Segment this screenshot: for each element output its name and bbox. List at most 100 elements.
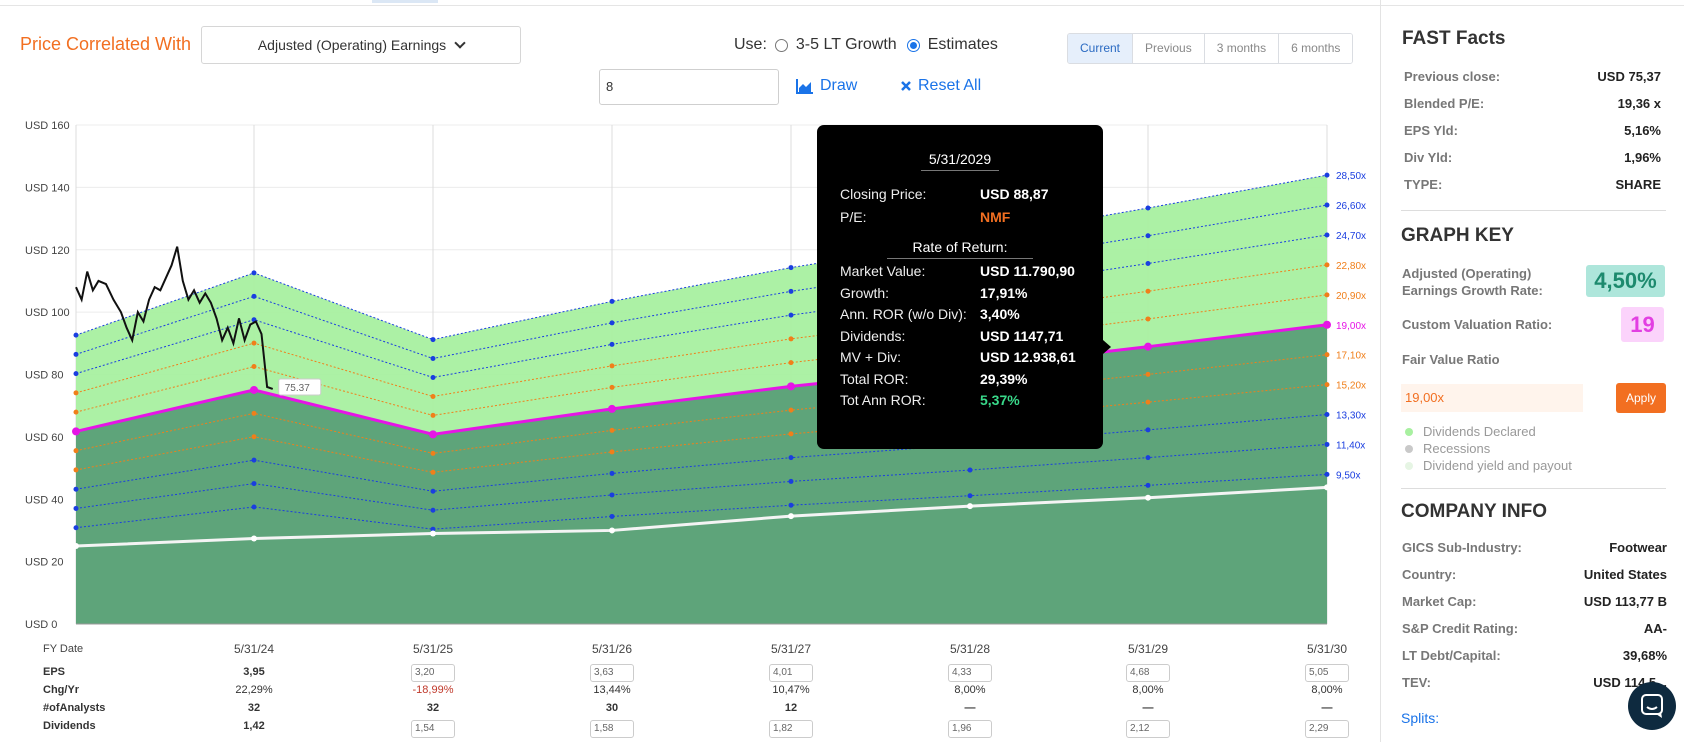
sidebar: FAST Facts Previous close: USD 75,37 Blend… [1380, 0, 1684, 742]
y-tick-label: USD 20 [25, 557, 64, 569]
pe-point [1323, 320, 1331, 329]
tooltip-row-value: 29,39% [980, 370, 1028, 387]
period-3-months-button[interactable]: 3 months [1203, 34, 1279, 63]
fast-facts-title: FAST Facts [1402, 28, 1506, 49]
pe-point [73, 467, 79, 473]
tooltip-row-value: 17,91% [980, 284, 1028, 301]
radio-estimates[interactable] [906, 38, 920, 52]
table-row-label: EPS [43, 666, 66, 678]
growth-rate-badge: 4,50% [1586, 265, 1665, 297]
divider [1401, 488, 1666, 489]
pe-point [609, 384, 615, 390]
tooltip-row-label: Growth: [840, 284, 890, 301]
x-tick-label: 5/31/25 [412, 642, 454, 656]
eps-input[interactable]: 4,33 [948, 664, 992, 682]
gray-dot-icon [1405, 444, 1413, 453]
fact-label: Previous close: [1404, 69, 1501, 84]
chat-button[interactable] [1628, 682, 1676, 730]
x-tick-label: 5/31/29 [1127, 642, 1169, 656]
chevron-down-icon [454, 37, 466, 49]
chg-yr-cell: 8,00% [954, 684, 986, 696]
legend-dividends[interactable]: Dividends Declared [1405, 424, 1536, 439]
dividend-input[interactable]: 1,96 [948, 720, 992, 738]
draw-button[interactable]: Draw [796, 77, 857, 95]
value-input[interactable]: 8 [599, 69, 779, 105]
reset-all-label: Reset All [918, 77, 982, 94]
period-previous-button[interactable]: Previous [1132, 34, 1204, 63]
x-tick-label: 5/31/27 [770, 642, 812, 656]
company-label: S&P Credit Rating: [1402, 621, 1519, 636]
pe-multiple-label: 9,50x [1336, 470, 1360, 481]
y-tick-label: USD 140 [25, 182, 70, 194]
fair-value-chart[interactable]: 28,50x 26,60x 24,70x 22,80x 20,90x 19,00x 17,1… [0, 110, 1380, 640]
fact-label: Blended P/E: [1404, 96, 1485, 111]
eps-input[interactable]: 4,01 [769, 664, 813, 682]
dividend-input[interactable]: 2,29 [1305, 720, 1349, 738]
tooltip-closing-value: USD 88,87 [980, 186, 1049, 202]
tooltip-row-label: Tot Ann ROR: [840, 392, 926, 408]
eps-input[interactable]: 5,05 [1305, 664, 1349, 682]
radio-lt-growth[interactable] [774, 38, 788, 52]
chg-yr-cell: 13,44% [593, 684, 631, 696]
light-green-dot-icon [1405, 461, 1413, 470]
legend-dividend-yield[interactable]: Dividend yield and payout [1405, 458, 1572, 473]
company-value: AA- [1643, 621, 1667, 636]
fast-fact-row: Div Yld: 1,96% [1404, 150, 1661, 165]
pe-point [1324, 292, 1330, 298]
chart-tooltip: 5/31/2029 Closing Price: USD 88,87 P/E: … [817, 125, 1111, 449]
pe-point [1145, 316, 1151, 322]
eps-input[interactable]: 3,20 [411, 664, 455, 682]
pe-multiple-label: 28,50x [1336, 171, 1366, 182]
pe-point [609, 320, 615, 326]
fy-date-label: FY Date [43, 643, 84, 655]
splits-link[interactable]: Splits: [1401, 710, 1439, 726]
chg-yr-cell: 8,00% [1132, 684, 1164, 696]
period-6-months-button[interactable]: 6 months [1278, 34, 1353, 63]
company-info-row: GICS Sub-Industry: Footwear [1402, 540, 1667, 555]
pe-point [72, 427, 80, 436]
pe-point [788, 288, 794, 294]
pe-point [1324, 471, 1330, 477]
tooltip-row-label: MV + Div: [840, 349, 902, 365]
earnings-dropdown[interactable]: Adjusted (Operating) Earnings [201, 26, 521, 64]
chg-yr-cell: 10,47% [772, 684, 810, 696]
pe-point [788, 455, 794, 461]
company-label: Country: [1402, 567, 1457, 582]
pe-point [609, 470, 615, 476]
legend-recessions[interactable]: Recessions [1405, 441, 1490, 456]
eps-input[interactable]: 4,68 [1126, 664, 1170, 682]
pe-point [1145, 399, 1151, 405]
pe-point [609, 363, 615, 369]
dividend-cell: 1,42 [243, 720, 265, 732]
normal-pe-point [1324, 484, 1330, 491]
green-dot-icon [1405, 427, 1413, 436]
x-tick-label: 5/31/28 [949, 642, 991, 656]
tooltip-pe-value: NMF [980, 209, 1011, 225]
close-icon [901, 81, 911, 91]
pe-point [1145, 260, 1151, 266]
pe-point [1145, 288, 1151, 294]
fact-label: Div Yld: [1404, 150, 1453, 165]
pe-multiple-label: 15,20x [1336, 381, 1366, 392]
dividend-input[interactable]: 1,58 [590, 720, 634, 738]
custom-ratio-label: Custom Valuation Ratio: [1402, 317, 1553, 332]
pe-point [609, 513, 615, 519]
reset-all-button[interactable]: Reset All [900, 77, 981, 95]
company-info-row: Market Cap: USD 113,77 B [1402, 594, 1667, 609]
dividend-input[interactable]: 1,54 [411, 720, 455, 738]
fact-value: 5,16% [1624, 123, 1661, 138]
pe-point [73, 351, 79, 357]
pe-point [788, 502, 794, 508]
graph-key-title: GRAPH KEY [1401, 225, 1514, 246]
pe-point [1145, 233, 1151, 239]
apply-button[interactable]: Apply [1616, 383, 1666, 413]
dividend-input[interactable]: 1,82 [769, 720, 813, 738]
y-tick-label: USD 80 [25, 370, 64, 382]
company-label: TEV: [1402, 675, 1431, 690]
fair-value-input[interactable]: 19,00x [1401, 384, 1583, 412]
fact-value: 1,96% [1624, 150, 1661, 165]
y-tick-label: USD 100 [25, 307, 70, 319]
eps-input[interactable]: 3,63 [590, 664, 634, 682]
dividend-input[interactable]: 2,12 [1126, 720, 1170, 738]
period-current-button[interactable]: Current [1068, 34, 1133, 63]
